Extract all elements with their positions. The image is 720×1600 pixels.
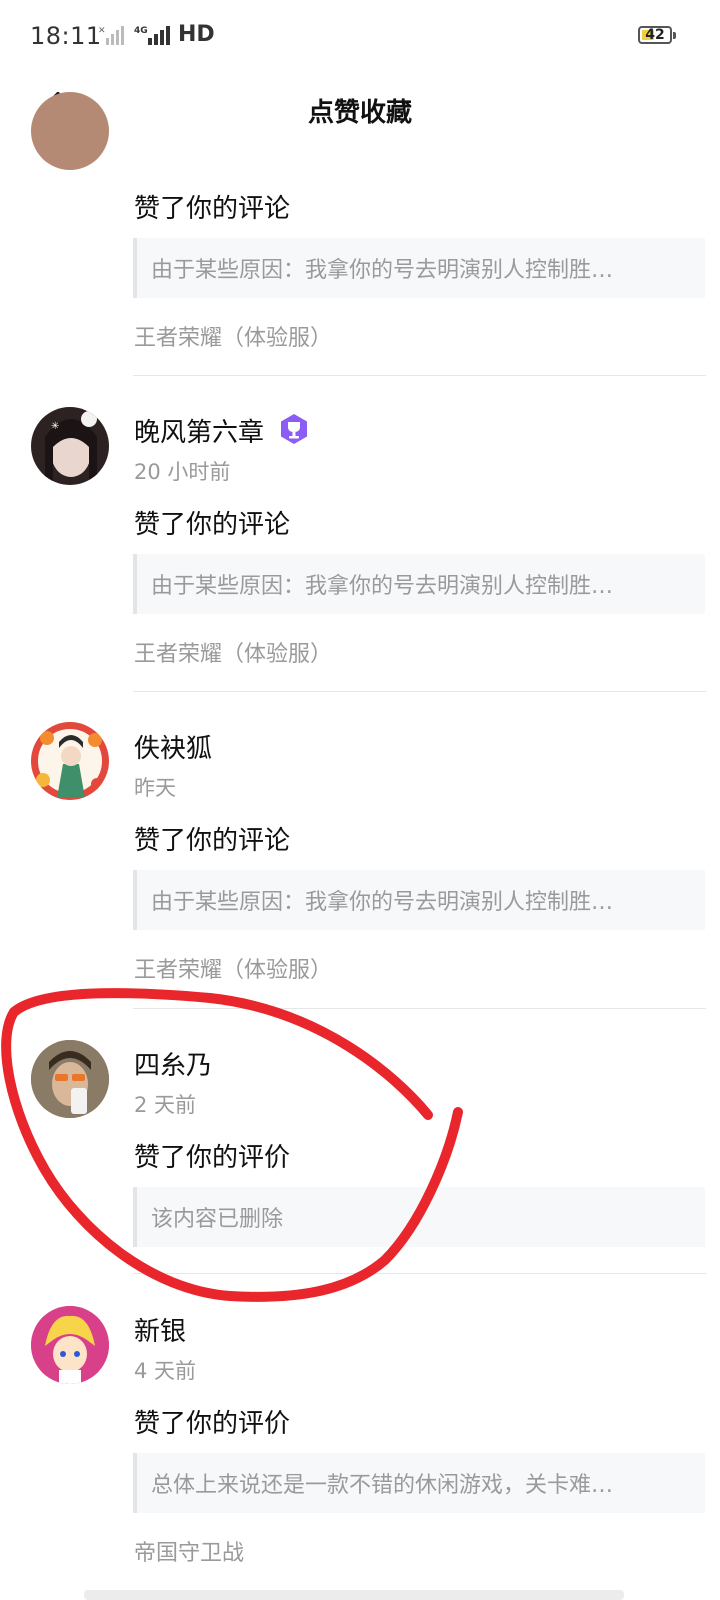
avatar[interactable]: ✳ (31, 407, 109, 485)
divider (133, 375, 706, 376)
trophy-badge-icon (281, 414, 307, 444)
quoted-comment[interactable]: 由于某些原因：我拿你的号去明演别人控制胜… (133, 238, 705, 298)
quote-text: 由于某些原因：我拿你的号去明演别人控制胜… (151, 258, 614, 283)
username[interactable]: 新银 (134, 1311, 186, 1348)
source-game[interactable]: 王者荣耀（体验服） (134, 636, 332, 668)
quote-text: 由于某些原因：我拿你的号去明演别人控制胜… (151, 574, 614, 599)
username[interactable]: 四糸乃 (134, 1045, 212, 1082)
divider (133, 1273, 706, 1274)
quoted-comment[interactable]: 由于某些原因：我拿你的号去明演别人控制胜… (133, 554, 705, 614)
action-text: 赞了你的评价 (134, 1409, 291, 1439)
avatar[interactable] (31, 1040, 109, 1118)
action-text: 赞了你的评价 (134, 1143, 291, 1173)
username[interactable]: 佚袂狐 (134, 728, 212, 765)
source-game[interactable]: 帝国守卫战 (134, 1535, 244, 1567)
source-game[interactable]: 王者荣耀（体验服） (134, 952, 332, 984)
divider (133, 691, 706, 692)
timestamp: 20 小时前 (134, 460, 231, 484)
action-text: 赞了你的评论 (134, 826, 291, 856)
quoted-comment[interactable]: 总体上来说还是一款不错的休闲游戏，关卡难… (133, 1453, 705, 1513)
scroll-indicator (84, 1590, 624, 1600)
quoted-comment[interactable]: 该内容已删除 (133, 1187, 705, 1247)
quote-text: 由于某些原因：我拿你的号去明演别人控制胜… (151, 890, 614, 915)
timestamp: 昨天 (134, 776, 176, 800)
divider (133, 1008, 706, 1009)
avatar[interactable] (31, 92, 109, 170)
username[interactable]: 晚风第六章 (134, 412, 264, 449)
notification-list: 赞了你的评论 由于某些原因：我拿你的号去明演别人控制胜… 王者荣耀（体验服） ✳… (0, 0, 720, 1600)
avatar[interactable] (31, 1306, 109, 1384)
action-text: 赞了你的评论 (134, 510, 291, 540)
quoted-comment[interactable]: 由于某些原因：我拿你的号去明演别人控制胜… (133, 870, 705, 930)
quote-text: 总体上来说还是一款不错的休闲游戏，关卡难… (151, 1473, 614, 1498)
quote-text: 该内容已删除 (151, 1207, 284, 1232)
action-text: 赞了你的评论 (134, 194, 291, 224)
timestamp: 4 天前 (134, 1359, 197, 1383)
source-game[interactable]: 王者荣耀（体验服） (134, 320, 332, 352)
avatar[interactable] (31, 722, 109, 800)
timestamp: 2 天前 (134, 1093, 197, 1117)
svg-text:✳: ✳ (51, 421, 59, 432)
